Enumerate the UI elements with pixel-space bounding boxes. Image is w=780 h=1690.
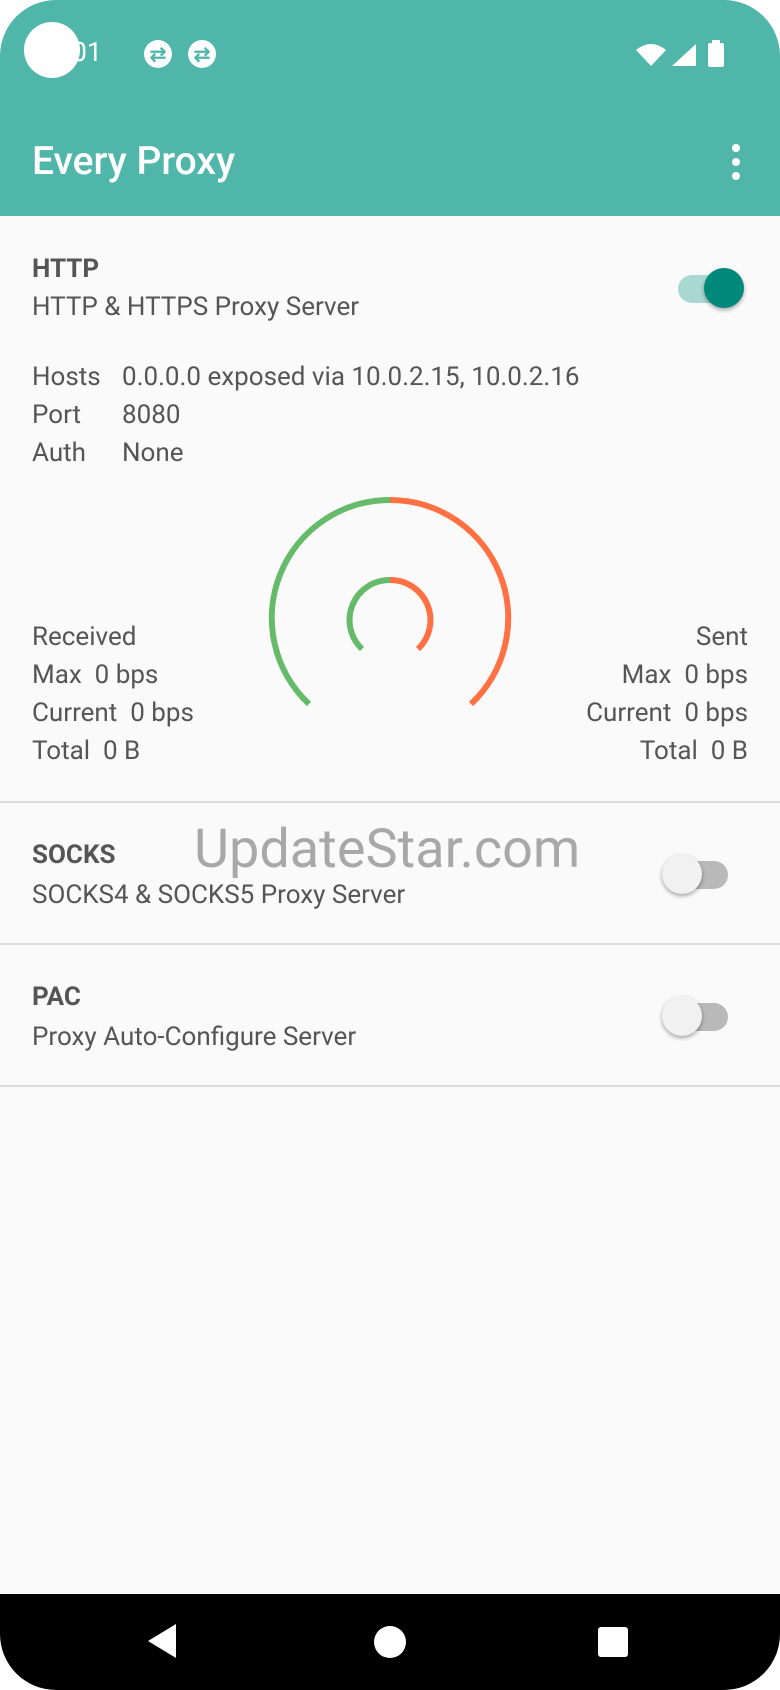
divider bbox=[0, 943, 780, 945]
http-toggle-thumb bbox=[704, 268, 744, 308]
sent-current-row: Current 0 bps bbox=[586, 698, 748, 728]
divider bbox=[0, 801, 780, 803]
received-heading: Received bbox=[32, 622, 137, 652]
wifi-icon bbox=[636, 44, 666, 66]
hosts-value: 0.0.0.0 exposed via 10.0.2.15, 10.0.2.16 bbox=[122, 362, 580, 392]
sent-total-row: Total 0 B bbox=[640, 736, 748, 766]
received-max-value: 0 bps bbox=[94, 660, 159, 690]
overflow-menu-icon[interactable] bbox=[722, 142, 752, 182]
sent-current-value: 0 bps bbox=[684, 698, 748, 728]
divider bbox=[0, 1085, 780, 1087]
http-title: HTTP bbox=[32, 254, 100, 284]
pac-subtitle: Proxy Auto-Configure Server bbox=[32, 1022, 357, 1052]
app-bar: 0:01 ⇄ ⇄ Every Proxy bbox=[0, 0, 780, 216]
sync-icon-2: ⇄ bbox=[188, 40, 216, 68]
signal-icon bbox=[672, 44, 696, 66]
status-bar: 0:01 ⇄ ⇄ bbox=[0, 0, 780, 110]
camera-cutout bbox=[24, 22, 80, 78]
socks-subtitle: SOCKS4 & SOCKS5 Proxy Server bbox=[32, 880, 406, 910]
sync-icon: ⇄ bbox=[144, 40, 172, 68]
sent-max-value: 0 bps bbox=[684, 660, 748, 690]
received-max-label: Max bbox=[32, 660, 82, 690]
phone-screen: 0:01 ⇄ ⇄ Every Proxy HTTP HTTP & HTTPS P… bbox=[0, 0, 780, 1690]
auth-value: None bbox=[122, 438, 184, 468]
pac-toggle-thumb bbox=[662, 996, 702, 1036]
received-inner-arc bbox=[346, 576, 391, 652]
sent-max-label: Max bbox=[621, 660, 672, 690]
received-total-value: 0 B bbox=[102, 736, 141, 766]
port-row: Port 8080 bbox=[32, 400, 180, 430]
auth-row: Auth None bbox=[32, 438, 184, 468]
http-toggle[interactable] bbox=[678, 268, 744, 308]
app-title: Every Proxy bbox=[32, 138, 236, 184]
traffic-gauge bbox=[268, 496, 512, 707]
back-icon[interactable] bbox=[148, 1624, 176, 1658]
battery-icon bbox=[708, 40, 724, 67]
received-total-row: Total 0 B bbox=[32, 736, 140, 766]
received-current-label: Current bbox=[32, 698, 118, 728]
sent-heading: Sent bbox=[695, 622, 748, 652]
socks-title: SOCKS bbox=[32, 840, 116, 870]
sent-total-value: 0 B bbox=[710, 736, 748, 766]
http-subtitle: HTTP & HTTPS Proxy Server bbox=[32, 292, 360, 322]
received-total-label: Total bbox=[32, 736, 91, 766]
received-max-row: Max 0 bps bbox=[32, 660, 158, 690]
recents-icon[interactable] bbox=[598, 1627, 628, 1657]
sent-inner-arc bbox=[389, 576, 434, 652]
hosts-label: Hosts bbox=[32, 362, 101, 392]
watermark: UpdateStar.com bbox=[194, 818, 581, 881]
sent-outer-arc bbox=[389, 496, 512, 707]
sent-total-label: Total bbox=[639, 736, 698, 766]
sent-current-label: Current bbox=[586, 698, 672, 728]
port-label: Port bbox=[32, 400, 82, 430]
received-outer-arc bbox=[268, 496, 391, 707]
received-current-value: 0 bps bbox=[130, 698, 194, 728]
home-icon[interactable] bbox=[374, 1626, 406, 1658]
port-value: 8080 bbox=[122, 400, 181, 430]
socks-toggle[interactable] bbox=[662, 854, 728, 894]
socks-toggle-thumb bbox=[662, 854, 702, 894]
pac-toggle[interactable] bbox=[662, 996, 728, 1036]
sent-max-row: Max 0 bps bbox=[622, 660, 748, 690]
pac-title: PAC bbox=[32, 982, 81, 1012]
auth-label: Auth bbox=[32, 438, 86, 468]
received-current-row: Current 0 bps bbox=[32, 698, 194, 728]
hosts-row: Hosts 0.0.0.0 exposed via 10.0.2.15, 10.0… bbox=[32, 362, 579, 392]
